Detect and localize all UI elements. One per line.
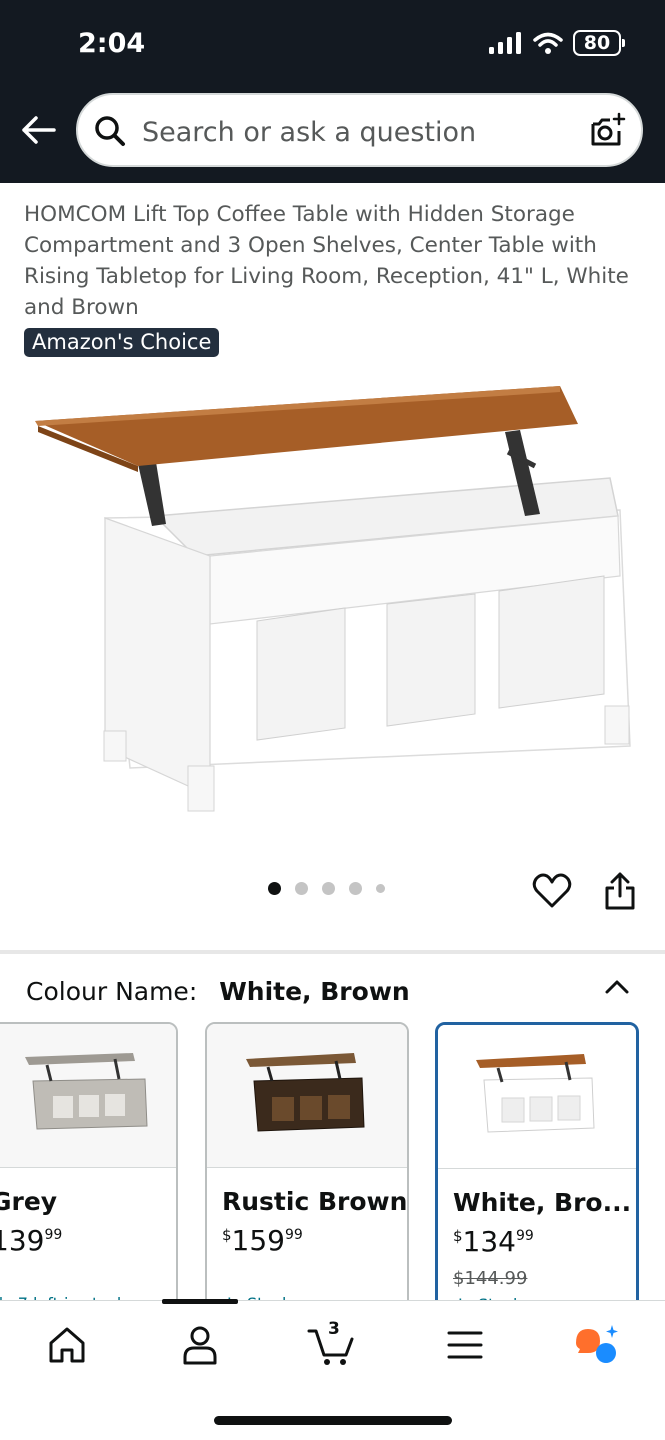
battery-icon: 80 [573, 30, 625, 56]
pager-dot[interactable] [322, 882, 335, 895]
active-tab-indicator [162, 1299, 238, 1304]
search-placeholder: Search or ask a question [142, 117, 477, 148]
home-icon[interactable] [42, 1323, 92, 1367]
camera-icon[interactable] [587, 111, 627, 151]
signal-icon [489, 32, 521, 54]
section-divider [0, 950, 665, 954]
swatch-price: $15999 [222, 1224, 303, 1257]
colour-label: Colour Name: [26, 977, 198, 1006]
amazons-choice-badge: Amazon's Choice [24, 328, 220, 357]
cart-count-badge: 3 [328, 1319, 340, 1339]
swatch-name: White, Bro... [453, 1188, 632, 1217]
swatch-list-price: $144.99 [453, 1268, 528, 1289]
app-header: 2:04 80 Search or ask a question [0, 0, 665, 183]
swatch-price: $13499 [453, 1225, 534, 1258]
colour-swatch-grey[interactable]: Grey 13999 Only 7 left in stock [0, 1022, 178, 1312]
swatch-name: Rustic Brown [222, 1187, 408, 1216]
swatch-price: 13999 [0, 1224, 63, 1257]
product-image[interactable] [20, 376, 645, 826]
image-pager [268, 882, 385, 895]
rufus-icon[interactable] [572, 1323, 622, 1367]
colour-swatch-rustic-brown[interactable]: Rustic Brown $15999 In Stock [205, 1022, 409, 1312]
home-indicator [214, 1416, 452, 1425]
colour-swatch-white-brown[interactable]: White, Bro... $13499 $144.99 In Stock [435, 1022, 639, 1312]
swatch-image [0, 1024, 176, 1168]
share-icon[interactable] [601, 870, 639, 912]
product-title[interactable]: HOMCOM Lift Top Coffee Table with Hidden… [24, 199, 644, 323]
swatch-name: Grey [0, 1187, 58, 1216]
account-icon[interactable] [175, 1323, 225, 1367]
menu-icon[interactable] [440, 1323, 490, 1367]
colour-swatch-list: Grey 13999 Only 7 left in stock Rustic B… [0, 1022, 665, 1312]
colour-selector-header: Colour Name: White, Brown [26, 977, 410, 1006]
wifi-icon [533, 32, 563, 54]
colour-value: White, Brown [219, 977, 410, 1006]
pager-dot[interactable] [268, 882, 281, 895]
heart-icon[interactable] [531, 870, 573, 912]
chevron-up-icon[interactable] [600, 970, 634, 1004]
back-arrow-icon[interactable] [18, 110, 58, 150]
search-input[interactable]: Search or ask a question [76, 93, 643, 167]
search-icon [95, 116, 125, 146]
swatch-image [207, 1024, 407, 1168]
pager-dot[interactable] [295, 882, 308, 895]
swatch-image [438, 1025, 636, 1169]
status-time: 2:04 [78, 28, 146, 59]
status-icons: 80 [489, 30, 625, 56]
pager-dot[interactable] [376, 884, 385, 893]
pager-dot[interactable] [349, 882, 362, 895]
